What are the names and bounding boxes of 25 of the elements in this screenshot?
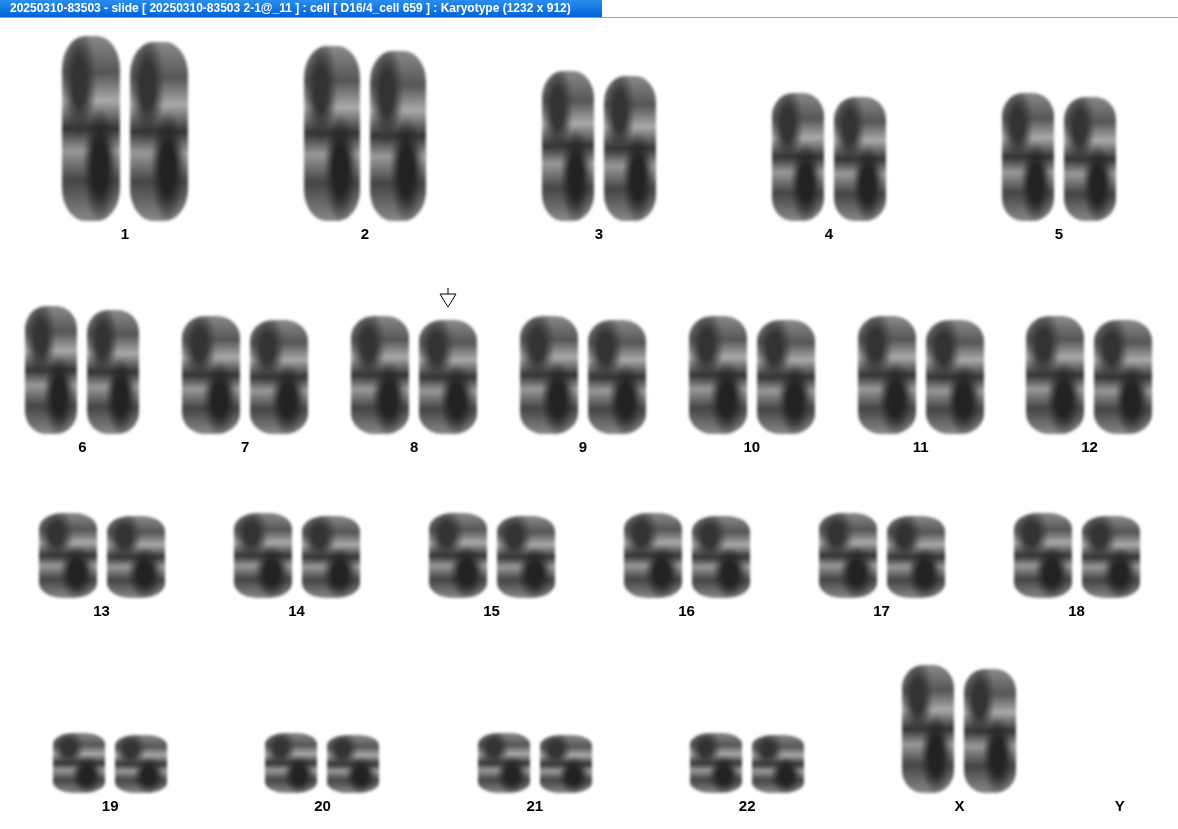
- chromosome-number: 22: [738, 797, 756, 815]
- chromosome-number: 3: [594, 225, 604, 243]
- chromosome-number: 16: [678, 602, 695, 620]
- chromosome-number: Y: [1114, 797, 1125, 815]
- chromosome-number: 4: [824, 225, 834, 243]
- chromosome-number: 21: [526, 797, 544, 815]
- chromosome-number: 5: [1054, 225, 1064, 243]
- chromosome-number: 18: [1068, 602, 1085, 620]
- chromosome-number: 8: [409, 438, 419, 456]
- chromosome-number: 1: [120, 225, 130, 243]
- chromosome-number: 2: [360, 225, 370, 243]
- window-title: 20250310-83503 - slide [ 20250310-83503 2-1@_11 ] : cell [ D16/4_cell 659 ] : Karyotype (1232 x 912): [0, 0, 602, 17]
- chromosome-number: 7: [241, 438, 250, 456]
- chromosome-number: 11: [912, 438, 929, 456]
- chromosome-number: 9: [578, 438, 588, 456]
- chromosome-number: 13: [93, 602, 110, 620]
- chromosome-number: 14: [288, 602, 305, 620]
- chromosome-number: 15: [483, 602, 500, 620]
- chromosome-number: 17: [873, 602, 890, 620]
- chromosome-number: 20: [314, 797, 331, 815]
- chromosome-number: 10: [743, 438, 761, 456]
- chromosome-number: 12: [1081, 438, 1098, 456]
- chromosome-number: 6: [78, 438, 87, 456]
- chromosome-number: X: [954, 797, 965, 815]
- chromosome-number: 19: [101, 797, 119, 815]
